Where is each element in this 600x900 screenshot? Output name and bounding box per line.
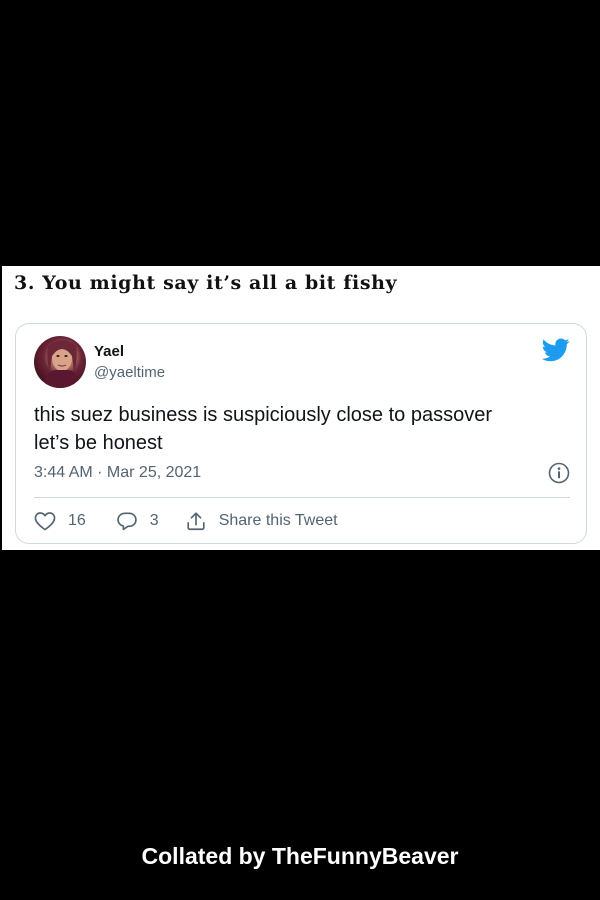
share-label: Share this Tweet — [218, 512, 338, 529]
reply-button[interactable]: 3 — [116, 511, 159, 531]
twitter-bird-icon[interactable] — [542, 338, 570, 362]
tweet-text: this suez business is suspiciously close… — [34, 401, 564, 457]
tweet-text-line: let’s be honest — [34, 432, 163, 454]
like-button[interactable]: 16 — [34, 511, 86, 531]
display-name[interactable]: Yael — [94, 343, 124, 360]
section-heading: 3. You might say it’s all a bit fishy — [14, 272, 398, 294]
info-icon[interactable] — [548, 462, 570, 484]
avatar-photo — [42, 340, 82, 388]
share-button[interactable]: Share this Tweet — [185, 510, 338, 532]
tweet-card[interactable]: Yael @yaeltime this suez business is sus… — [15, 323, 587, 544]
tweet-text-line: this suez business is suspiciously close… — [34, 404, 492, 426]
user-handle[interactable]: @yaeltime — [94, 364, 165, 381]
avatar[interactable] — [34, 336, 86, 388]
tweet-timestamp[interactable]: 3:44 AM · Mar 25, 2021 — [34, 464, 201, 482]
share-upload-icon — [187, 512, 205, 531]
article-panel: 3. You might say it’s all a bit fishy Ya… — [2, 266, 600, 550]
like-count: 16 — [68, 512, 86, 529]
speech-bubble-icon — [117, 512, 137, 531]
heart-icon — [34, 512, 56, 531]
reply-count: 3 — [149, 512, 159, 529]
footer-credit: Collated by TheFunnyBeaver — [141, 843, 459, 869]
tweet-actions: 16 3 Share this Tweet — [34, 510, 338, 532]
divider — [34, 497, 570, 498]
